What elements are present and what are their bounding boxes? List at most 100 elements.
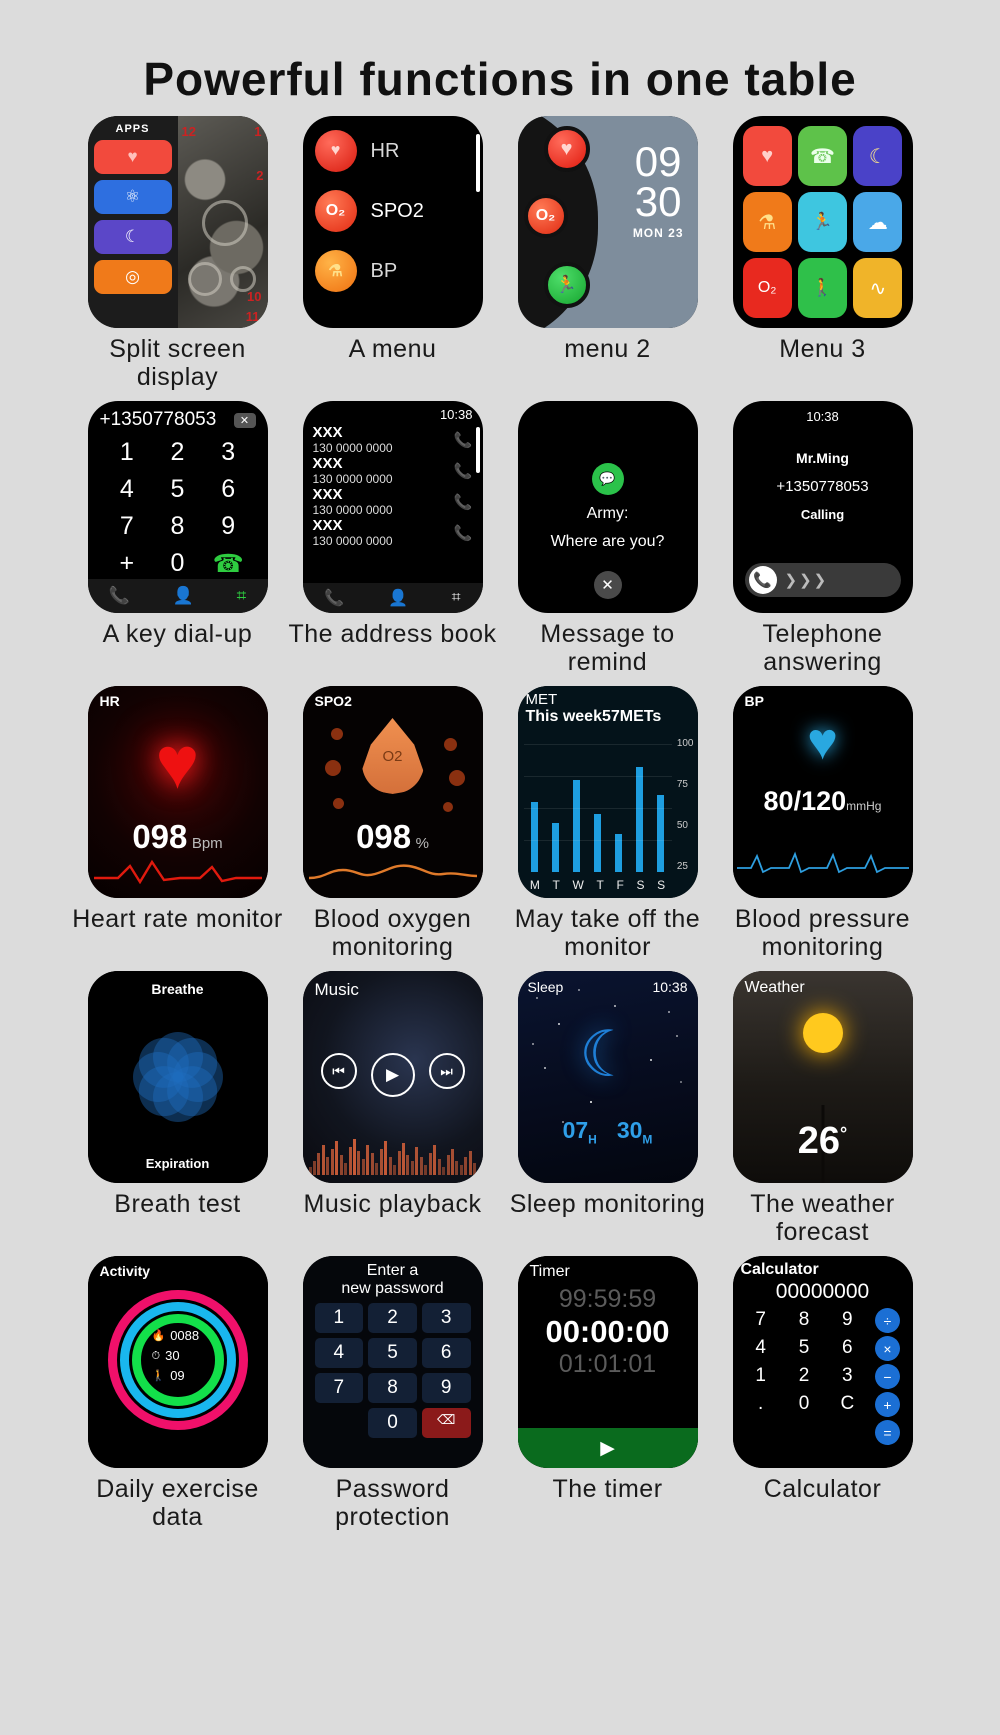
watch-screen-activity[interactable]: Activity 🔥 0088 ⏱ 30 🚶 09 [88, 1256, 268, 1468]
contacts-icon[interactable]: 👤 [388, 588, 408, 608]
keypad-icon[interactable]: ⌗ [452, 589, 461, 607]
scrollbar[interactable] [476, 427, 480, 473]
key-1[interactable]: 1 [102, 435, 153, 470]
watch-screen-message-remind[interactable]: 💬 Army: Where are you? ✕ [518, 401, 698, 613]
start-button[interactable]: ▶ [518, 1428, 698, 1468]
app-icon-heart[interactable]: ♥ [743, 126, 792, 186]
menu-item-bp[interactable]: ⚗ BP [315, 250, 483, 292]
calc-key-8[interactable]: 8 [784, 1308, 824, 1333]
key-0[interactable]: 0 [152, 546, 203, 582]
contact-row[interactable]: XXX 130 0000 0000 📞 [303, 455, 483, 486]
key-6[interactable]: 6 [203, 472, 254, 507]
watch-screen-sleep[interactable]: Sleep 10:38 ☾ 07H 30M [518, 971, 698, 1183]
timer-current[interactable]: 00:00:00 [518, 1314, 698, 1350]
calc-key-minus[interactable]: − [875, 1364, 900, 1389]
calc-key-equals[interactable]: = [875, 1420, 900, 1445]
calc-key-2[interactable]: 2 [784, 1364, 824, 1389]
calc-key-divide[interactable]: ÷ [875, 1308, 900, 1333]
running-icon[interactable]: 🏃 [544, 262, 590, 308]
backspace-button[interactable]: ✕ [234, 413, 256, 428]
pw-key-2[interactable]: 2 [368, 1303, 417, 1333]
watch-screen-blood-oxygen[interactable]: SPO2 O2 098 % [303, 686, 483, 898]
key-4[interactable]: 4 [102, 472, 153, 507]
app-tile-sleep[interactable]: ☾ [94, 220, 172, 254]
app-icon-chart[interactable]: ∿ [853, 258, 902, 318]
calc-key-9[interactable]: 9 [827, 1308, 867, 1333]
key-plus[interactable]: + [102, 546, 153, 582]
calc-key-plus[interactable]: + [875, 1392, 900, 1417]
previous-track-button[interactable]: ⏮ [321, 1053, 357, 1089]
app-tile-heart[interactable]: ♥ [94, 140, 172, 174]
app-icon-sleep[interactable]: ☾ [853, 126, 902, 186]
delete-key[interactable]: ⌫ [422, 1408, 471, 1438]
watch-screen-calculator[interactable]: Calculator 00000000 7 8 9 ÷ 4 5 6 × 1 2 … [733, 1256, 913, 1468]
heart-icon[interactable]: ♥ [544, 126, 590, 172]
calc-key-clear[interactable]: C [827, 1392, 867, 1417]
key-7[interactable]: 7 [102, 509, 153, 544]
watch-screen-breath-test[interactable]: Breathe Expiration [88, 971, 268, 1183]
watch-screen-music[interactable]: Music ⏮ ▶ ⏭ [303, 971, 483, 1183]
watch-screen-telephone-answering[interactable]: 10:38 Mr.Ming +1350778053 Calling 📞 ❯❯❯ [733, 401, 913, 613]
key-8[interactable]: 8 [152, 509, 203, 544]
app-icon-blood-pressure[interactable]: ⚗ [743, 192, 792, 252]
contact-row[interactable]: XXX 130 0000 0000 📞 [303, 424, 483, 455]
key-9[interactable]: 9 [203, 509, 254, 544]
key-3[interactable]: 3 [203, 435, 254, 470]
pw-key-6[interactable]: 6 [422, 1338, 471, 1368]
calc-key-multiply[interactable]: × [875, 1336, 900, 1361]
calc-key-4[interactable]: 4 [741, 1336, 781, 1361]
phone-icon[interactable]: 📞 [749, 566, 777, 594]
pw-key-0[interactable]: 0 [368, 1408, 417, 1438]
calc-key-1[interactable]: 1 [741, 1364, 781, 1389]
answer-slider[interactable]: 📞 ❯❯❯ [745, 563, 901, 597]
call-icon[interactable]: 📞 [454, 493, 473, 511]
calc-key-0[interactable]: 0 [784, 1392, 824, 1417]
contact-row[interactable]: XXX 130 0000 0000 📞 [303, 486, 483, 517]
watch-screen-weather[interactable]: Weather 26° [733, 971, 913, 1183]
calc-key-7[interactable]: 7 [741, 1308, 781, 1333]
pw-key-9[interactable]: 9 [422, 1373, 471, 1403]
play-button[interactable]: ▶ [371, 1053, 415, 1097]
watch-screen-split-screen[interactable]: APPS ♥ ⚛ ☾ ◎ 12 1 2 10 11 [88, 116, 268, 328]
keypad-icon[interactable]: ⌗ [237, 586, 247, 606]
watch-screen-a-menu[interactable]: ♥ HR O₂ SPO2 ⚗ BP [303, 116, 483, 328]
calc-key-dot[interactable]: . [741, 1392, 781, 1417]
next-track-button[interactable]: ⏭ [429, 1053, 465, 1089]
watch-screen-timer[interactable]: Timer 99:59:59 00:00:00 01:01:01 ▶ [518, 1256, 698, 1468]
key-2[interactable]: 2 [152, 435, 203, 470]
contacts-icon[interactable]: 👤 [173, 586, 194, 606]
scrollbar[interactable] [476, 134, 480, 192]
pw-key-3[interactable]: 3 [422, 1303, 471, 1333]
app-tile-activity[interactable]: ◎ [94, 260, 172, 294]
watch-screen-heart-rate[interactable]: HR ♥ 098 Bpm [88, 686, 268, 898]
recent-calls-icon[interactable]: 📞 [324, 588, 344, 608]
calc-key-5[interactable]: 5 [784, 1336, 824, 1361]
recent-calls-icon[interactable]: 📞 [109, 586, 130, 606]
menu-item-hr[interactable]: ♥ HR [315, 130, 483, 172]
spo2-icon[interactable]: O₂ [524, 194, 568, 238]
close-button[interactable]: ✕ [594, 571, 622, 599]
contact-row[interactable]: XXX 130 0000 0000 📞 [303, 517, 483, 548]
app-icon-phone[interactable]: ☎ [798, 126, 847, 186]
watch-screen-menu-3[interactable]: ♥ ☎ ☾ ⚗ 🏃 ☁ O₂ 🚶 ∿ [733, 116, 913, 328]
app-icon-walking[interactable]: 🚶 [798, 258, 847, 318]
menu-item-spo2[interactable]: O₂ SPO2 [315, 190, 483, 232]
calc-key-6[interactable]: 6 [827, 1336, 867, 1361]
call-icon[interactable]: 📞 [454, 462, 473, 480]
app-icon-spo2[interactable]: O₂ [743, 258, 792, 318]
watch-screen-blood-pressure[interactable]: BP ♥ 80/120mmHg [733, 686, 913, 898]
app-icon-running[interactable]: 🏃 [798, 192, 847, 252]
pw-key-8[interactable]: 8 [368, 1373, 417, 1403]
watch-screen-menu-2[interactable]: ♥ O₂ 🏃 09 30 MON 23 [518, 116, 698, 328]
app-tile-molecule[interactable]: ⚛ [94, 180, 172, 214]
call-button[interactable]: ☎ [203, 546, 254, 582]
pw-key-1[interactable]: 1 [315, 1303, 364, 1333]
call-icon[interactable]: 📞 [454, 431, 473, 449]
watch-screen-met-monitor[interactable]: MET This week57METs 100 75 50 25 M T W T… [518, 686, 698, 898]
pw-key-7[interactable]: 7 [315, 1373, 364, 1403]
pw-key-4[interactable]: 4 [315, 1338, 364, 1368]
watch-screen-dial-pad[interactable]: +1350778053 ✕ 1 2 3 4 5 6 7 8 9 + 0 ☎ 📞 … [88, 401, 268, 613]
app-icon-weather[interactable]: ☁ [853, 192, 902, 252]
watch-screen-password[interactable]: Enter a new password 1 2 3 4 5 6 7 8 9 0… [303, 1256, 483, 1468]
pw-key-5[interactable]: 5 [368, 1338, 417, 1368]
